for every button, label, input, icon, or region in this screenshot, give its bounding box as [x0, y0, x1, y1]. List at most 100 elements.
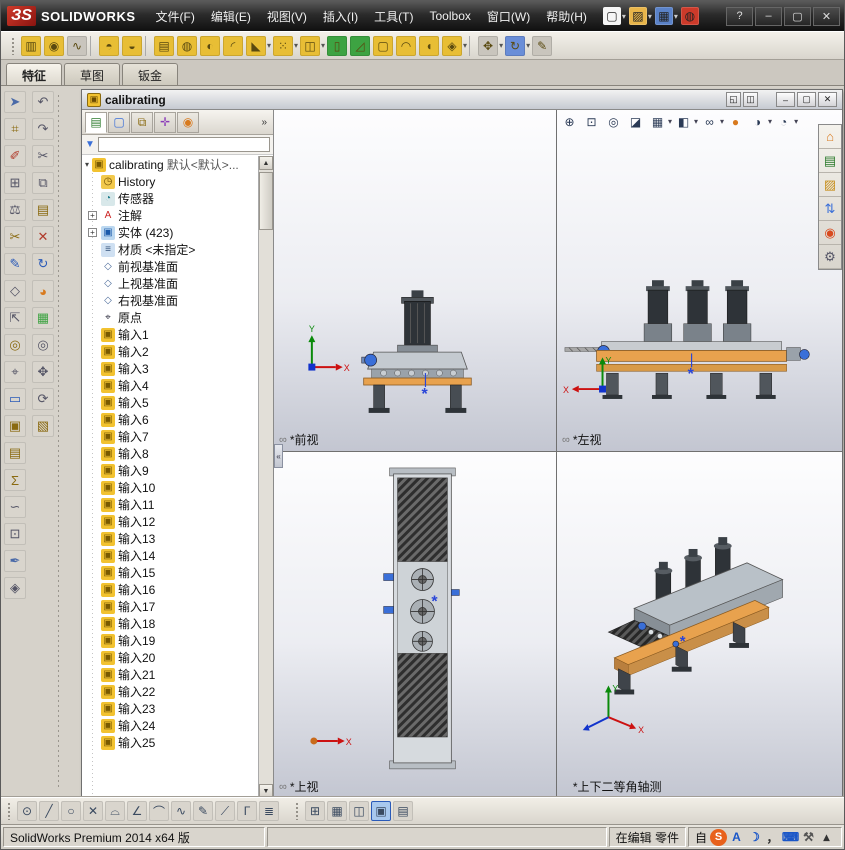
- rotate-view-icon[interactable]: ⟳: [32, 388, 54, 410]
- open-icon[interactable]: ▨: [628, 7, 647, 25]
- viewport-left[interactable]: * Y X ∞ *左视: [557, 110, 842, 452]
- tree-root-item[interactable]: ▾ ▣ calibrating 默认<默认>...: [85, 156, 257, 173]
- revolved-cut-icon[interactable]: ◐: [200, 35, 220, 56]
- dropdown-arrow-icon[interactable]: ▾: [526, 41, 530, 50]
- sogou-input-icon[interactable]: S: [710, 828, 727, 846]
- dome-tool-icon[interactable]: ◈: [4, 577, 26, 599]
- dropdown-arrow-icon[interactable]: ▾: [694, 117, 698, 126]
- dropdown-arrow-icon[interactable]: ▾: [463, 41, 467, 50]
- display-style-icon[interactable]: ◧: [674, 112, 693, 131]
- tree-item[interactable]: ▣ 输入15: [85, 564, 257, 581]
- tree-item[interactable]: ▣ 输入8: [85, 445, 257, 462]
- doc-close-button[interactable]: ✕: [818, 92, 837, 107]
- two-view-horizontal-icon[interactable]: ▦: [327, 801, 347, 821]
- mirror-icon[interactable]: ◫: [300, 35, 321, 56]
- dimension-icon[interactable]: ⌗: [4, 118, 26, 140]
- mass-properties-icon[interactable]: ⚖: [4, 199, 26, 221]
- tree-item[interactable]: ▣ 输入2: [85, 343, 257, 360]
- tree-item[interactable]: ▣ 输入16: [85, 581, 257, 598]
- axis-tool-icon[interactable]: ⇱: [4, 307, 26, 329]
- toolbar-drag-handle[interactable]: [7, 802, 11, 820]
- two-view-vertical-icon[interactable]: ◫: [349, 801, 369, 821]
- mirror-tool-icon[interactable]: ⟋: [215, 801, 235, 821]
- line-tool-icon[interactable]: ╱: [39, 801, 59, 821]
- dropdown-arrow-icon[interactable]: ▾: [294, 41, 298, 50]
- section-view-icon[interactable]: ◪: [626, 112, 645, 131]
- zoom-area-icon[interactable]: ⊡: [582, 112, 601, 131]
- menu-item[interactable]: 视图(V): [259, 5, 315, 27]
- wrap-icon[interactable]: ◠: [396, 35, 417, 56]
- plane-tool-icon[interactable]: ◇: [4, 280, 26, 302]
- circle-tool-icon[interactable]: ⊙: [17, 801, 37, 821]
- dropdown-arrow-icon[interactable]: ▾: [674, 12, 678, 21]
- tree-item[interactable]: ▣ 输入14: [85, 547, 257, 564]
- library-feature-icon[interactable]: ▣: [4, 415, 26, 437]
- displaymanager-tab[interactable]: ◉: [177, 111, 199, 133]
- moon-icon[interactable]: ☽: [746, 829, 763, 846]
- tree-item[interactable]: ▣ 输入1: [85, 326, 257, 343]
- previous-view-icon[interactable]: ◎: [604, 112, 623, 131]
- doc-maximize-button[interactable]: ▢: [797, 92, 816, 107]
- cut-icon[interactable]: ✂: [32, 145, 54, 167]
- measure-icon[interactable]: ⊞: [4, 172, 26, 194]
- point-tool-icon[interactable]: ◎: [4, 334, 26, 356]
- appearances-icon[interactable]: ◉: [819, 221, 841, 245]
- doc-restore-icon[interactable]: ◱: [726, 92, 741, 107]
- menu-item[interactable]: 插入(I): [315, 5, 366, 27]
- tray-expand-icon[interactable]: ▴: [818, 829, 835, 846]
- tree-item[interactable]: ▣ 输入23: [85, 700, 257, 717]
- new-document-icon[interactable]: ▢: [602, 7, 621, 25]
- reference-geometry-icon[interactable]: ◈: [442, 35, 463, 56]
- toolbar-drag-handle[interactable]: [11, 36, 15, 55]
- tree-item[interactable]: ▣ 输入24: [85, 717, 257, 734]
- shell-icon[interactable]: ▢: [373, 35, 394, 56]
- fillet-tool-icon[interactable]: ⌒: [149, 801, 169, 821]
- menu-item[interactable]: 文件(F): [148, 5, 203, 27]
- linear-pattern-icon[interactable]: ⁙: [273, 35, 294, 56]
- dropdown-arrow-icon[interactable]: ▾: [267, 41, 271, 50]
- four-view-icon[interactable]: ▣: [371, 801, 391, 821]
- edit-appearance-icon[interactable]: ●: [726, 112, 745, 131]
- file-explorer-icon[interactable]: ▨: [819, 173, 841, 197]
- tree-item[interactable]: ▣ 输入20: [85, 649, 257, 666]
- manager-tabs-chevron[interactable]: »: [261, 117, 270, 128]
- tree-item[interactable]: ▣ 输入11: [85, 496, 257, 513]
- sep2[interactable]: [145, 35, 151, 56]
- curves-icon[interactable]: ∽: [4, 496, 26, 518]
- tree-item[interactable]: ◇ 右视基准面: [85, 292, 257, 309]
- rib-icon[interactable]: ▯: [327, 35, 348, 56]
- menu-item[interactable]: 工具(T): [366, 5, 421, 27]
- expand-toggle-icon[interactable]: +: [88, 228, 97, 237]
- toolbar-drag-handle[interactable]: [295, 802, 299, 820]
- view-orientation-icon[interactable]: ▦: [648, 112, 667, 131]
- tree-item[interactable]: + ▣ 实体 (423): [85, 224, 257, 241]
- extrude-boss-icon[interactable]: ▥: [21, 35, 41, 56]
- pen-icon[interactable]: ✒: [4, 550, 26, 572]
- menu-item[interactable]: 帮助(H): [538, 5, 595, 27]
- hole-wizard-icon[interactable]: ◍: [177, 35, 197, 56]
- expand-toggle-icon[interactable]: +: [88, 211, 97, 220]
- propertymanager-tab[interactable]: ▢: [108, 111, 130, 133]
- help-button[interactable]: ?: [726, 6, 753, 26]
- revolve-boss-icon[interactable]: ◉: [44, 35, 64, 56]
- design-library-icon[interactable]: ▤: [819, 149, 841, 173]
- tree-item[interactable]: ⌖ 原点: [85, 309, 257, 326]
- search-arrows-icon[interactable]: ⇅: [819, 197, 841, 221]
- tree-item[interactable]: ▣ 输入17: [85, 598, 257, 615]
- tree-item[interactable]: ▣ 输入19: [85, 632, 257, 649]
- instant3d-icon[interactable]: ✥: [478, 35, 499, 56]
- tree-item[interactable]: ≡ 材质 <未指定>: [85, 241, 257, 258]
- swept-boss-icon[interactable]: ∿: [67, 35, 87, 56]
- appearance-small-icon[interactable]: ◕: [32, 280, 54, 302]
- tree-item[interactable]: ◔ 传感器: [85, 190, 257, 207]
- document-titlebar[interactable]: ▣ calibrating ◱ ◫ ‒ ▢ ✕: [82, 90, 842, 110]
- filter-input[interactable]: [97, 137, 270, 152]
- coordinate-system-icon[interactable]: ⌖: [4, 361, 26, 383]
- extrude-cut-icon[interactable]: ▤: [154, 35, 174, 56]
- dropdown-arrow-icon[interactable]: ▾: [648, 12, 652, 21]
- menu-item[interactable]: 窗口(W): [479, 5, 538, 27]
- fillet-icon[interactable]: ◜: [223, 35, 243, 56]
- tree-item[interactable]: ▣ 输入22: [85, 683, 257, 700]
- spline-tool-icon[interactable]: ∿: [171, 801, 191, 821]
- draft-icon[interactable]: ◿: [350, 35, 371, 56]
